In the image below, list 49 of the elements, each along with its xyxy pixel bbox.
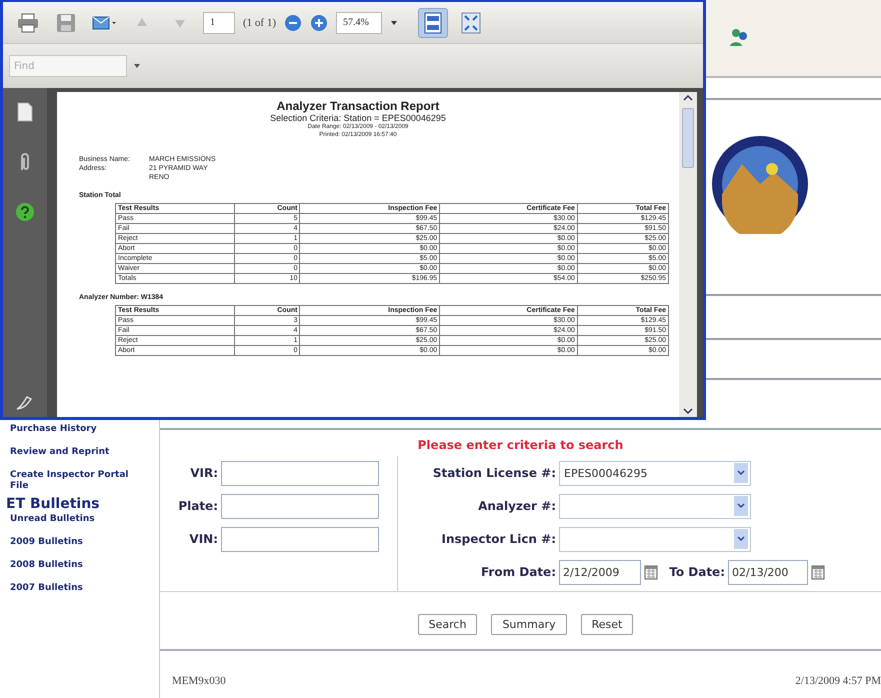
report-criteria: Selection Criteria: Station = EPES00046295 — [269, 113, 447, 123]
sidebar-link[interactable]: 2007 Bulletins — [10, 583, 130, 594]
pen-icon[interactable] — [15, 393, 35, 411]
sidebar-link[interactable]: 2008 Bulletins — [10, 560, 130, 571]
form-title: Please enter criteria to search — [416, 437, 624, 454]
text-field[interactable] — [221, 526, 379, 552]
fit-page-icon — [423, 12, 443, 34]
page-code: MEM9x030 — [172, 675, 226, 687]
report-title: Analyzer Transaction Report — [276, 100, 440, 113]
field-label: To Date: — [668, 565, 725, 579]
scrollbar[interactable] — [679, 92, 697, 417]
field-label: Plate: — [177, 499, 218, 513]
field-label: Inspector Licn #: — [440, 532, 556, 546]
form-button[interactable]: Reset — [580, 614, 634, 635]
people-icon[interactable] — [728, 28, 750, 48]
sidebar-link[interactable]: Unread Bulletins — [10, 514, 130, 525]
scroll-thumb[interactable] — [682, 108, 694, 168]
sidebar-link[interactable]: 2009 Bulletins — [10, 537, 130, 548]
printer-icon — [17, 12, 39, 32]
help-icon[interactable] — [15, 202, 35, 222]
page-count: (1 of 1) — [243, 16, 276, 28]
text-field[interactable] — [221, 460, 379, 486]
text-field[interactable] — [221, 494, 379, 518]
field-label: Analyzer #: — [477, 499, 556, 513]
caret-icon[interactable] — [133, 63, 141, 69]
zoom-out-icon[interactable] — [284, 14, 302, 32]
calendar-icon[interactable] — [811, 564, 825, 580]
sidebar-link[interactable]: Create Inspector Portal File — [10, 470, 130, 492]
timestamp: 2/13/2009 4:57 PM — [795, 675, 881, 687]
dropdown[interactable]: EPES00046295 — [559, 460, 751, 486]
form-button[interactable]: Search — [418, 614, 478, 635]
zoom-field[interactable]: 57.4% — [336, 12, 382, 34]
view-mode-button[interactable] — [418, 8, 448, 38]
full-screen-icon — [461, 12, 481, 34]
field-label: VIN: — [188, 532, 218, 546]
page-number-field[interactable]: 1 — [203, 12, 235, 34]
zoom-in-icon[interactable] — [310, 14, 328, 32]
field-label: Station License #: — [432, 466, 556, 480]
form-button[interactable]: Summary — [491, 614, 567, 635]
date-field[interactable]: 02/13/200 — [728, 560, 808, 584]
calendar-icon[interactable] — [644, 564, 658, 580]
sidebar-link[interactable]: Review and Reprint — [10, 447, 130, 458]
field-label: VIR: — [189, 466, 218, 480]
caret-icon[interactable] — [390, 20, 398, 26]
sidebar-link[interactable]: Purchase History — [10, 424, 130, 435]
date-field[interactable]: 2/12/2009 — [559, 560, 641, 584]
pages-icon[interactable] — [17, 102, 33, 122]
sidebar-heading: ET Bulletins — [6, 496, 101, 512]
field-label: From Date: — [480, 565, 556, 579]
